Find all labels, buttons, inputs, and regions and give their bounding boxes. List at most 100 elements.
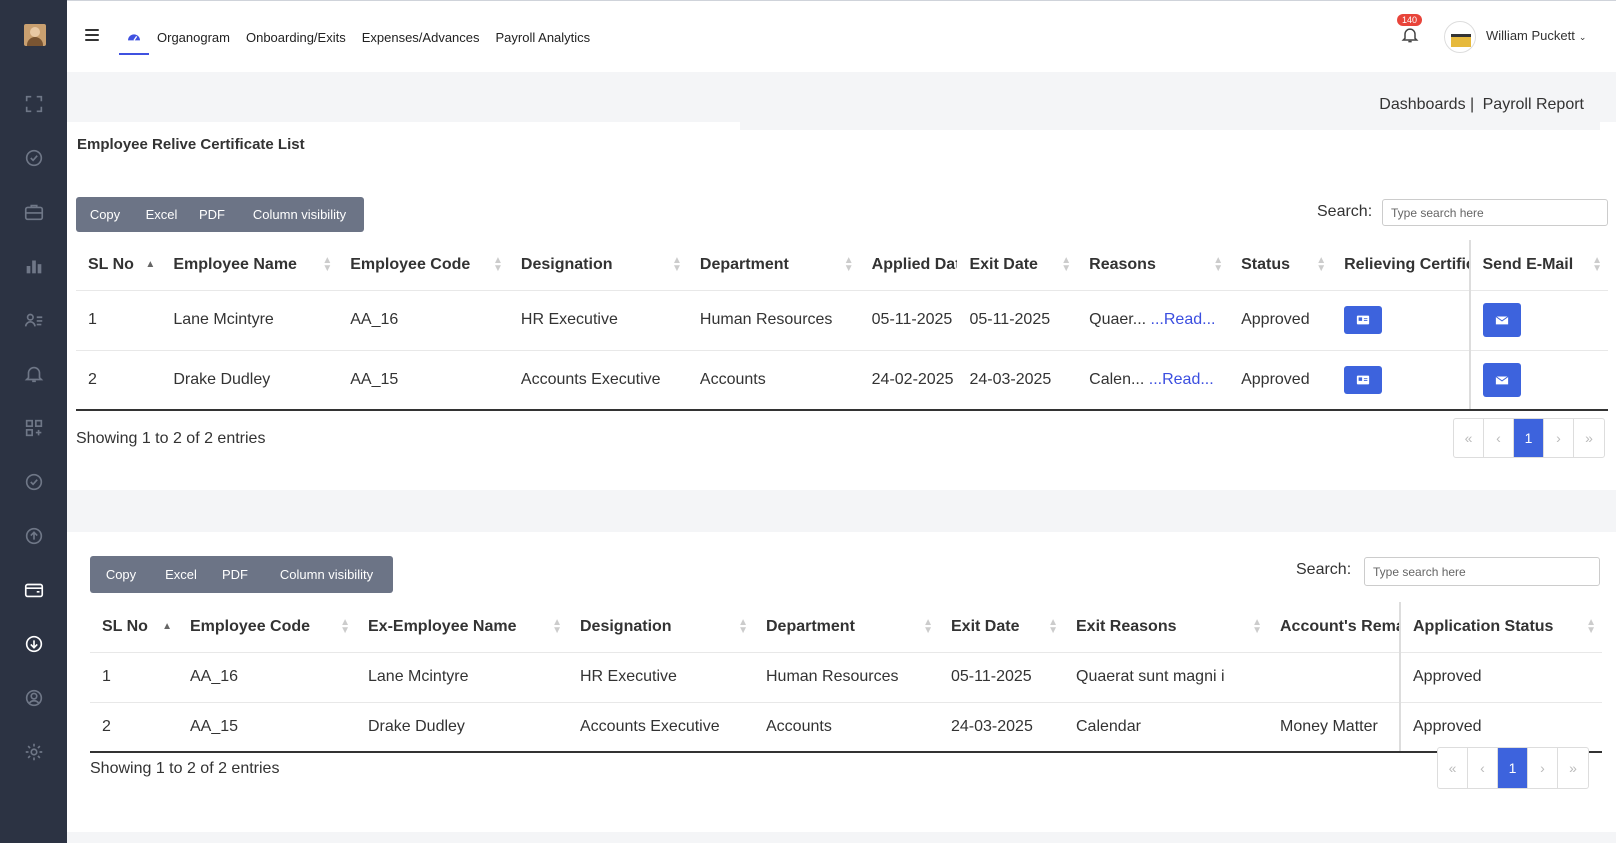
table-row: 2 AA_15 Drake Dudley Accounts Executive … <box>90 701 1602 753</box>
company-logo[interactable] <box>24 24 46 46</box>
nav-expenses-advances[interactable]: Expenses/Advances <box>362 30 480 45</box>
cell-sl: 1 <box>76 289 162 350</box>
settings-gear-icon[interactable] <box>22 740 46 764</box>
table-row: 2 Drake Dudley AA_15 Accounts Executive … <box>76 349 1608 411</box>
cell-designation: Accounts Executive <box>568 701 754 753</box>
sort-icon: ▲ ▼ <box>493 254 503 274</box>
next-page-button[interactable]: › <box>1544 419 1574 457</box>
send-email-button[interactable] <box>1482 303 1521 337</box>
col-sl-no[interactable]: SL No ▲ <box>76 240 161 290</box>
sort-icon: ▲ ▼ <box>843 254 854 274</box>
last-page-button[interactable]: » <box>1558 748 1588 788</box>
view-certificate-button[interactable] <box>1344 306 1383 334</box>
col-application-status[interactable]: Application Status ▲ ▼ <box>1399 602 1602 652</box>
col-relieving-certificate[interactable]: Relieving Certificate <box>1332 240 1469 290</box>
sort-icon: ▲ ▼ <box>552 616 562 636</box>
prev-page-button[interactable]: ‹ <box>1468 748 1498 788</box>
sort-icon: ▲ ▼ <box>1592 254 1602 274</box>
cell-applied-date: 24-02-2025 <box>859 349 958 411</box>
dashboard-tab[interactable] <box>119 1 149 73</box>
nav-payroll-analytics[interactable]: Payroll Analytics <box>496 30 591 45</box>
fullscreen-icon[interactable] <box>22 92 46 116</box>
sort-icon: ▲ ▼ <box>738 616 748 636</box>
col-accounts-remarks[interactable]: Account's Remarks <box>1268 602 1400 652</box>
copy-button[interactable]: Copy <box>76 197 134 232</box>
read-more-link[interactable]: ...Read... <box>1151 311 1216 328</box>
col-send-email[interactable]: Send E-Mail ▲ ▼ <box>1468 240 1608 290</box>
view-certificate-button[interactable] <box>1344 365 1383 394</box>
col-designation[interactable]: Designation ▲ ▼ <box>509 240 688 290</box>
sidebar <box>0 0 67 843</box>
excel-button[interactable]: Excel <box>152 556 210 593</box>
menu-toggle-icon[interactable] <box>85 29 99 41</box>
pdf-button[interactable]: PDF <box>189 197 235 232</box>
briefcase-icon[interactable] <box>22 200 46 224</box>
user-avatar[interactable] <box>1444 21 1476 53</box>
nav-onboarding-exits[interactable]: Onboarding/Exits <box>246 30 346 45</box>
prev-page-button[interactable]: ‹ <box>1484 419 1514 457</box>
card-title: Employee Relive Certificate List <box>77 136 305 153</box>
column-visibility-button[interactable]: Column visibility <box>260 556 393 593</box>
notification-bell-icon[interactable] <box>1400 25 1424 49</box>
table-info: Showing 1 to 2 of 2 entries <box>90 760 280 777</box>
bell-icon[interactable] <box>22 362 46 386</box>
speedometer-icon <box>128 34 140 41</box>
download-circle-icon[interactable] <box>22 632 46 656</box>
col-exit-date[interactable]: Exit Date ▲ ▼ <box>939 602 1064 652</box>
first-page-button[interactable]: « <box>1438 748 1468 788</box>
col-employee-name[interactable]: Employee Name ▲ ▼ <box>161 240 338 290</box>
breadcrumb-payroll-report: Payroll Report <box>1482 96 1584 113</box>
col-applied-date[interactable]: Applied Date <box>860 240 958 290</box>
page-1-button[interactable]: 1 <box>1498 748 1528 788</box>
cell-name: Lane Mcintyre <box>161 289 339 350</box>
cell-designation: HR Executive <box>508 289 688 350</box>
cell-email <box>1468 289 1608 350</box>
user-menu[interactable]: William Puckett ⌄ <box>1486 28 1586 43</box>
wallet-icon[interactable] <box>22 578 46 602</box>
col-sl-no[interactable]: SL No ▲ <box>90 602 178 652</box>
cell-department: Human Resources <box>754 651 939 702</box>
sort-asc-icon: ▲ <box>145 258 156 270</box>
check-badge-icon[interactable] <box>22 146 46 170</box>
col-designation[interactable]: Designation ▲ ▼ <box>568 602 754 652</box>
bar-chart-icon[interactable] <box>22 254 46 278</box>
col-ex-employee-name[interactable]: Ex-Employee Name ▲ ▼ <box>356 602 568 652</box>
col-exit-reasons[interactable]: Exit Reasons ▲ ▼ <box>1064 602 1268 652</box>
notification-count-badge: 140 <box>1397 14 1423 26</box>
nav-organogram[interactable]: Organogram <box>157 30 230 45</box>
col-employee-code[interactable]: Employee Code ▲ ▼ <box>178 602 356 652</box>
send-email-button[interactable] <box>1482 362 1521 397</box>
user-circle-icon[interactable] <box>22 686 46 710</box>
col-reasons[interactable]: Reasons ▲ ▼ <box>1077 240 1229 290</box>
cell-status: Approved <box>1399 701 1602 753</box>
search-input[interactable] <box>1382 199 1608 226</box>
page-1-button[interactable]: 1 <box>1514 419 1544 457</box>
col-status[interactable]: Status ▲ ▼ <box>1229 240 1332 290</box>
col-employee-code[interactable]: Employee Code ▲ ▼ <box>338 240 509 290</box>
upload-circle-icon[interactable] <box>22 524 46 548</box>
pdf-button[interactable]: PDF <box>210 556 260 593</box>
search-input[interactable] <box>1364 557 1600 586</box>
add-grid-icon[interactable] <box>22 416 46 440</box>
read-more-link[interactable]: ...Read... <box>1149 371 1214 388</box>
cell-reason: Calen... ...Read... <box>1077 349 1230 411</box>
page-background <box>67 72 740 124</box>
last-page-button[interactable]: » <box>1574 419 1604 457</box>
top-nav: Organogram Onboarding/Exits Expenses/Adv… <box>119 1 606 73</box>
verified-icon[interactable] <box>22 470 46 494</box>
copy-button[interactable]: Copy <box>90 556 152 593</box>
user-name: William Puckett <box>1486 28 1575 43</box>
col-department[interactable]: Department ▲ ▼ <box>688 240 860 290</box>
search-label: Search: <box>1296 561 1352 578</box>
breadcrumb-dashboards[interactable]: Dashboards | <box>1379 96 1474 113</box>
column-visibility-button[interactable]: Column visibility <box>235 197 364 232</box>
cell-exit-reason: Quaerat sunt magni i <box>1064 651 1268 702</box>
col-department[interactable]: Department ▲ ▼ <box>754 602 939 652</box>
col-exit-date[interactable]: Exit Date ▲ ▼ <box>957 240 1077 290</box>
cell-department: Human Resources <box>687 289 860 350</box>
excel-button[interactable]: Excel <box>134 197 189 232</box>
user-list-icon[interactable] <box>22 308 46 332</box>
next-page-button[interactable]: › <box>1528 748 1558 788</box>
reason-text: Calen... <box>1089 370 1145 388</box>
first-page-button[interactable]: « <box>1454 419 1484 457</box>
